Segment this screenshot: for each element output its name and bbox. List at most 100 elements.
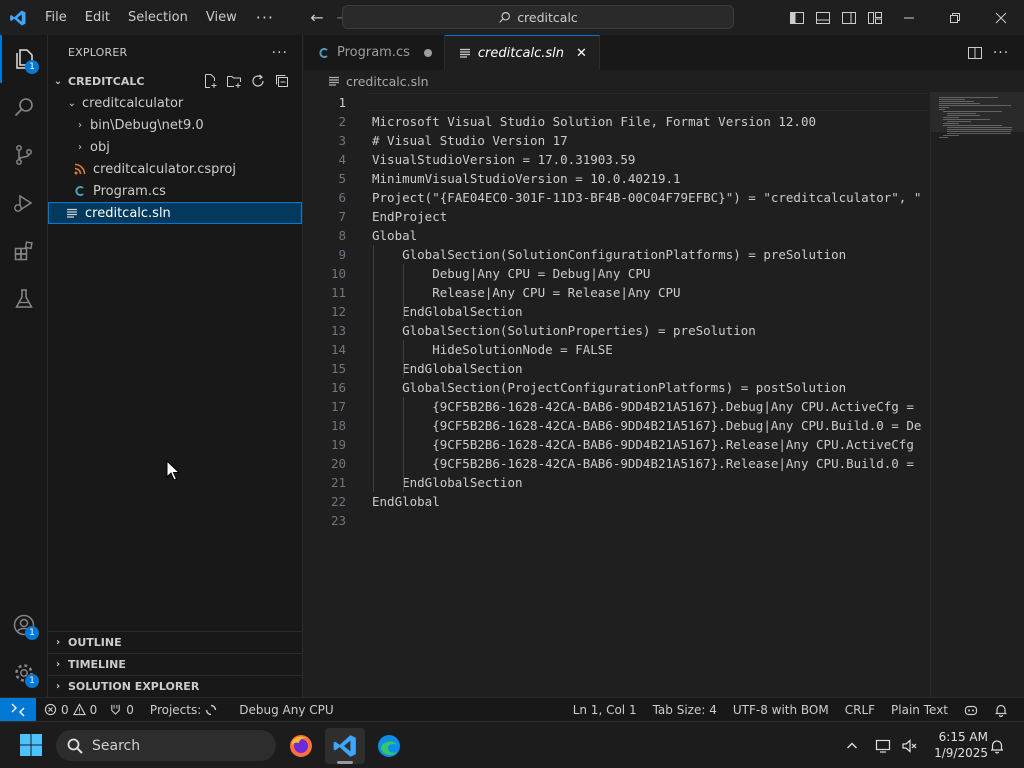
refresh-icon[interactable]	[246, 73, 270, 89]
tree-folder-bin[interactable]: › bin\Debug\net9.0	[48, 114, 302, 136]
tree-file-program-cs[interactable]: Program.cs	[48, 180, 302, 202]
menu-view[interactable]: View	[197, 0, 246, 35]
code-line[interactable]: 8 Global	[304, 226, 928, 245]
tab-program-cs[interactable]: Program.cs	[304, 35, 445, 70]
code-line[interactable]: 13 GlobalSection(SolutionProperties) = p…	[304, 321, 928, 340]
new-file-icon[interactable]	[198, 73, 222, 89]
code-line[interactable]: 18 {9CF5B2B6-1628-42CA-BAB6-9DD4B21A5167…	[304, 416, 928, 435]
network-icon[interactable]	[872, 722, 894, 768]
editor-more-button[interactable]: ···	[988, 45, 1014, 61]
taskbar-firefox[interactable]	[281, 728, 321, 764]
tree-folder-creditcalculator[interactable]: ⌄ creditcalculator	[48, 92, 302, 114]
back-arrow-icon[interactable]: ←	[304, 8, 330, 27]
tab-creditcalc-sln[interactable]: creditcalc.sln ✕	[444, 35, 600, 70]
code-line[interactable]: 23	[304, 511, 928, 530]
code-line[interactable]: 11 Release|Any CPU = Release|Any CPU	[304, 283, 928, 302]
tree-file-csproj[interactable]: creditcalculator.csproj	[48, 158, 302, 180]
menu-edit[interactable]: Edit	[76, 0, 119, 35]
explorer-activity-button[interactable]: 1	[0, 35, 48, 83]
source-control-activity-button[interactable]	[0, 131, 48, 179]
tab-size-status[interactable]: Tab Size: 4	[645, 703, 725, 717]
toggle-secondary-sidebar-icon[interactable]	[836, 10, 862, 26]
ports-status[interactable]: 0	[103, 703, 140, 717]
eol-status[interactable]: CRLF	[837, 703, 883, 717]
cursor-position-status[interactable]: Ln 1, Col 1	[565, 703, 645, 717]
manage-activity-button[interactable]: 1	[0, 649, 48, 697]
ports-count: 0	[126, 702, 134, 717]
minimap-viewport[interactable]	[931, 92, 1024, 132]
code-line[interactable]: 12 EndGlobalSection	[304, 302, 928, 321]
toggle-panel-icon[interactable]	[810, 10, 836, 26]
tree-label: creditcalculator	[82, 95, 184, 111]
code-line[interactable]: 21 EndGlobalSection	[304, 473, 928, 492]
outline-section-header[interactable]: › OUTLINE	[48, 631, 303, 653]
workspace-section-header[interactable]: ⌄ CREDITCALC	[48, 70, 302, 92]
minimize-button[interactable]	[886, 0, 932, 35]
collapse-all-icon[interactable]	[270, 73, 294, 89]
build-config-status[interactable]: Debug Any CPU	[223, 703, 339, 717]
taskbar-edge[interactable]	[369, 728, 409, 764]
code-editor[interactable]: 1 2 Microsoft Visual Studio Solution File,…	[304, 92, 928, 697]
code-line[interactable]: 1	[304, 93, 928, 112]
notifications-bell-icon[interactable]	[986, 703, 1016, 717]
menu-file[interactable]: File	[36, 0, 76, 35]
source-control-icon	[16, 145, 32, 165]
clock-time: 6:15 AM	[938, 730, 988, 744]
windows-start-icon[interactable]	[19, 733, 43, 761]
code-line[interactable]: 16 GlobalSection(ProjectConfigurationPla…	[304, 378, 928, 397]
taskbar-search-box[interactable]: Search	[56, 730, 276, 761]
minimap[interactable]	[930, 92, 1024, 697]
customize-layout-icon[interactable]	[862, 10, 888, 26]
testing-activity-button[interactable]	[0, 275, 48, 323]
run-debug-activity-button[interactable]	[0, 179, 48, 227]
section-label: OUTLINE	[68, 636, 122, 649]
build-config-label: Debug Any CPU	[239, 702, 334, 717]
code-line[interactable]: 6 Project("{FAE04EC0-301F-11D3-BF4B-00C04…	[304, 188, 928, 207]
code-line[interactable]: 10 Debug|Any CPU = Debug|Any CPU	[304, 264, 928, 283]
indent-guide	[373, 245, 374, 492]
code-line[interactable]: 7 EndProject	[304, 207, 928, 226]
minimap-line	[947, 115, 980, 116]
projects-status[interactable]: Projects:	[140, 703, 223, 717]
accounts-activity-button[interactable]: 1	[0, 601, 48, 649]
restore-button[interactable]	[932, 0, 978, 35]
tray-overflow-chevron-icon[interactable]	[840, 722, 864, 768]
tree-folder-obj[interactable]: › obj	[48, 136, 302, 158]
search-activity-button[interactable]	[0, 83, 48, 131]
menu-selection[interactable]: Selection	[119, 0, 197, 35]
taskbar-vscode[interactable]	[325, 728, 365, 764]
encoding-status[interactable]: UTF-8 with BOM	[725, 703, 837, 717]
toggle-primary-sidebar-icon[interactable]	[784, 10, 810, 26]
split-editor-icon[interactable]	[962, 45, 988, 61]
command-center-search[interactable]: creditcalc	[342, 5, 734, 29]
tree-file-creditcalc-sln[interactable]: creditcalc.sln	[48, 202, 302, 224]
code-line[interactable]: 22 EndGlobal	[304, 492, 928, 511]
problems-status[interactable]: 0 0	[36, 703, 103, 717]
close-tab-icon[interactable]: ✕	[576, 46, 587, 61]
code-line[interactable]: 19 {9CF5B2B6-1628-42CA-BAB6-9DD4B21A5167…	[304, 435, 928, 454]
code-line[interactable]: 5 MinimumVisualStudioVersion = 10.0.40219…	[304, 169, 928, 188]
language-mode-status[interactable]: Plain Text	[883, 703, 956, 717]
taskbar-clock[interactable]: 6:15 AM 1/9/2025	[918, 729, 988, 761]
breadcrumb-file[interactable]: creditcalc.sln	[346, 74, 429, 89]
extensions-activity-button[interactable]	[0, 227, 48, 275]
code-line[interactable]: 15 EndGlobalSection	[304, 359, 928, 378]
code-line[interactable]: 2 Microsoft Visual Studio Solution File, …	[304, 112, 928, 131]
solution-explorer-section-header[interactable]: › SOLUTION EXPLORER	[48, 675, 303, 697]
explorer-more-button[interactable]: ···	[272, 45, 288, 61]
new-folder-icon[interactable]	[222, 73, 246, 89]
unsaved-dot-icon[interactable]	[423, 48, 432, 57]
timeline-section-header[interactable]: › TIMELINE	[48, 653, 303, 675]
code-line[interactable]: 9 GlobalSection(SolutionConfigurationPla…	[304, 245, 928, 264]
code-line[interactable]: 17 {9CF5B2B6-1628-42CA-BAB6-9DD4B21A5167…	[304, 397, 928, 416]
notification-bell-icon[interactable]	[986, 722, 1008, 768]
code-line[interactable]: 3 # Visual Studio Version 17	[304, 131, 928, 150]
code-line[interactable]: 4 VisualStudioVersion = 17.0.31903.59	[304, 150, 928, 169]
close-window-button[interactable]	[978, 0, 1024, 35]
code-line[interactable]: 14 HideSolutionNode = FALSE	[304, 340, 928, 359]
volume-muted-icon[interactable]	[898, 722, 920, 768]
menu-more-button[interactable]: ···	[246, 0, 284, 35]
copilot-icon[interactable]	[956, 703, 986, 717]
remote-indicator-button[interactable]	[0, 698, 36, 721]
code-line[interactable]: 20 {9CF5B2B6-1628-42CA-BAB6-9DD4B21A5167…	[304, 454, 928, 473]
